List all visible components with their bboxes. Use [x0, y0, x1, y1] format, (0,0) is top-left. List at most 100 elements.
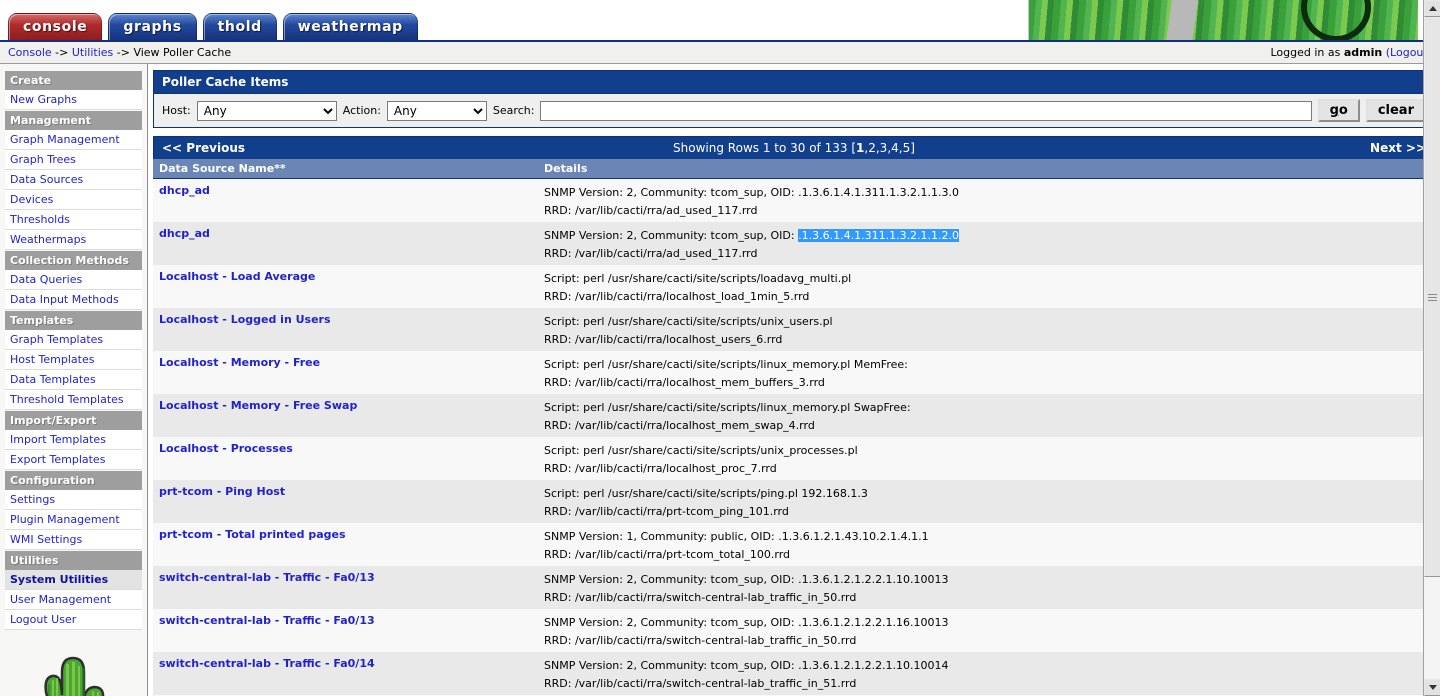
data-source-link[interactable]: Localhost - Load Average: [159, 270, 315, 283]
sidebar-header-create: Create: [5, 71, 142, 90]
data-source-link[interactable]: Localhost - Memory - Free Swap: [159, 399, 357, 412]
tab-graphs[interactable]: graphs: [108, 13, 197, 40]
detail-line: Script: perl /usr/share/cacti/site/scrip…: [544, 442, 1429, 460]
table-row[interactable]: switch-central-lab - Traffic - Fa0/13 SNM…: [153, 609, 1435, 652]
search-label: Search:: [492, 104, 535, 117]
action-filter-select[interactable]: Any: [386, 100, 487, 121]
data-source-link[interactable]: prt-tcom - Ping Host: [159, 485, 285, 498]
sidebar-item-weathermaps[interactable]: Weathermaps: [5, 230, 142, 250]
login-prefix: Logged in as: [1270, 46, 1341, 59]
table-row[interactable]: dhcp_ad SNMP Version: 2, Community: tcom_…: [153, 178, 1435, 222]
table-row[interactable]: Localhost - Load Average Script: perl /us…: [153, 265, 1435, 308]
page-link-1[interactable]: 1: [856, 141, 864, 155]
sidebar-item-settings[interactable]: Settings: [5, 490, 142, 510]
sidebar-item-export-templates[interactable]: Export Templates: [5, 450, 142, 470]
sidebar-item-data-templates[interactable]: Data Templates: [5, 370, 142, 390]
rrd-path-line: RRD: /var/lib/cacti/rra/localhost_load_1…: [544, 290, 810, 303]
filter-toolbar: Host: Any Action: Any Search: go clear: [154, 93, 1434, 127]
rrd-path-line: RRD: /var/lib/cacti/rra/localhost_users_…: [544, 333, 783, 346]
scrollbar-thumb[interactable]: [1424, 17, 1440, 577]
sidebar-item-data-queries[interactable]: Data Queries: [5, 270, 142, 290]
tab-label: thold: [217, 19, 262, 35]
clear-button[interactable]: clear: [1365, 99, 1426, 122]
breadcrumb-console[interactable]: Console: [8, 46, 52, 59]
table-row[interactable]: prt-tcom - Total printed pages SNMP Versi…: [153, 523, 1435, 566]
panel-title: Poller Cache Items: [154, 71, 1434, 93]
cell-details: SNMP Version: 2, Community: tcom_sup, OI…: [538, 609, 1435, 652]
sidebar-item-threshold-templates[interactable]: Threshold Templates: [5, 390, 142, 410]
data-source-link[interactable]: Localhost - Processes: [159, 442, 293, 455]
breadcrumb-utilities[interactable]: Utilities: [72, 46, 113, 59]
detail-line: SNMP Version: 2, Community: tcom_sup, OI…: [544, 184, 1429, 202]
detail-line: Script: perl /usr/share/cacti/site/scrip…: [544, 313, 1429, 331]
cell-details: Script: perl /usr/share/cacti/site/scrip…: [538, 394, 1435, 437]
data-source-link[interactable]: prt-tcom - Total printed pages: [159, 528, 346, 541]
detail-line: Script: perl /usr/share/cacti/site/scrip…: [544, 270, 1429, 288]
rrd-path-line: RRD: /var/lib/cacti/rra/switch-central-l…: [544, 634, 857, 647]
sidebar-item-host-templates[interactable]: Host Templates: [5, 350, 142, 370]
sidebar-item-devices[interactable]: Devices: [5, 190, 142, 210]
go-button[interactable]: go: [1317, 99, 1360, 122]
detail-line: SNMP Version: 2, Community: tcom_sup, OI…: [544, 614, 1429, 632]
data-source-link[interactable]: Localhost - Memory - Free: [159, 356, 320, 369]
tab-label: graphs: [123, 19, 182, 35]
sidebar-item-graph-management[interactable]: Graph Management: [5, 130, 142, 150]
detail-line: SNMP Version: 2, Community: tcom_sup, OI…: [544, 227, 1429, 245]
table-row[interactable]: Localhost - Processes Script: perl /usr/s…: [153, 437, 1435, 480]
table-row[interactable]: switch-central-lab - Traffic - Fa0/13 SNM…: [153, 566, 1435, 609]
data-source-link[interactable]: dhcp_ad: [159, 227, 210, 240]
detail-prefix: SNMP Version: 2, Community: tcom_sup, OI…: [544, 573, 949, 586]
table-row[interactable]: switch-central-lab - Traffic - Fa0/14 SNM…: [153, 652, 1435, 695]
page-link-4[interactable]: 4: [891, 141, 899, 155]
sidebar-item-plugin-management[interactable]: Plugin Management: [5, 510, 142, 530]
tab-console[interactable]: console: [8, 13, 103, 40]
page-link-5[interactable]: 5: [903, 141, 911, 155]
previous-page-link[interactable]: << Previous: [162, 141, 362, 155]
sidebar-header-management: Management: [5, 111, 142, 130]
detail-prefix: SNMP Version: 2, Community: tcom_sup, OI…: [544, 616, 949, 629]
search-input[interactable]: [540, 100, 1312, 121]
login-username: admin: [1343, 46, 1383, 59]
data-source-link[interactable]: Localhost - Logged in Users: [159, 313, 331, 326]
table-head: Data Source Name** Details: [153, 159, 1435, 179]
tab-weathermap[interactable]: weathermap: [282, 13, 418, 40]
cell-data-source-name: prt-tcom - Ping Host: [153, 480, 538, 523]
sidebar-item-thresholds[interactable]: Thresholds: [5, 210, 142, 230]
breadcrumb-current: View Poller Cache: [133, 46, 232, 59]
detail-prefix: Script: perl /usr/share/cacti/site/scrip…: [544, 401, 911, 414]
table-row[interactable]: Localhost - Logged in Users Script: perl …: [153, 308, 1435, 351]
column-header-name[interactable]: Data Source Name**: [153, 159, 538, 179]
scrollbar-track[interactable]: [1424, 17, 1440, 679]
detail-prefix: Script: perl /usr/share/cacti/site/scrip…: [544, 272, 852, 285]
sidebar-item-logout-user[interactable]: Logout User: [5, 610, 142, 630]
vertical-scrollbar[interactable]: [1423, 0, 1440, 696]
next-page-link[interactable]: Next >>: [1226, 141, 1426, 155]
data-source-link[interactable]: switch-central-lab - Traffic - Fa0/14: [159, 657, 375, 670]
rrd-path-line: RRD: /var/lib/cacti/rra/localhost_mem_bu…: [544, 376, 825, 389]
sidebar-item-import-templates[interactable]: Import Templates: [5, 430, 142, 450]
scroll-up-button[interactable]: [1424, 0, 1440, 17]
sidebar-item-wmi-settings[interactable]: WMI Settings: [5, 530, 142, 550]
page-link-3[interactable]: 3: [880, 141, 888, 155]
sidebar-item-data-sources[interactable]: Data Sources: [5, 170, 142, 190]
tab-thold[interactable]: thold: [202, 13, 277, 40]
sidebar-item-user-management[interactable]: User Management: [5, 590, 142, 610]
data-source-link[interactable]: switch-central-lab - Traffic - Fa0/13: [159, 614, 375, 627]
table-row[interactable]: dhcp_ad SNMP Version: 2, Community: tcom_…: [153, 222, 1435, 265]
data-source-link[interactable]: dhcp_ad: [159, 184, 210, 197]
breadcrumb-bar: Console -> Utilities -> View Poller Cach…: [0, 42, 1440, 64]
sidebar-item-graph-templates[interactable]: Graph Templates: [5, 330, 142, 350]
cell-details: SNMP Version: 1, Community: public, OID:…: [538, 523, 1435, 566]
scroll-down-button[interactable]: [1424, 679, 1440, 696]
host-filter-select[interactable]: Any: [196, 100, 337, 121]
page-link-2[interactable]: 2: [868, 141, 876, 155]
sidebar-item-system-utilities[interactable]: System Utilities: [5, 570, 142, 590]
table-row[interactable]: Localhost - Memory - Free Swap Script: pe…: [153, 394, 1435, 437]
table-row[interactable]: prt-tcom - Ping Host Script: perl /usr/sh…: [153, 480, 1435, 523]
column-header-details[interactable]: Details: [538, 159, 1435, 179]
data-source-link[interactable]: switch-central-lab - Traffic - Fa0/13: [159, 571, 375, 584]
sidebar-item-graph-trees[interactable]: Graph Trees: [5, 150, 142, 170]
table-row[interactable]: Localhost - Memory - Free Script: perl /u…: [153, 351, 1435, 394]
sidebar-item-data-input-methods[interactable]: Data Input Methods: [5, 290, 142, 310]
sidebar-item-new-graphs[interactable]: New Graphs: [5, 90, 142, 110]
